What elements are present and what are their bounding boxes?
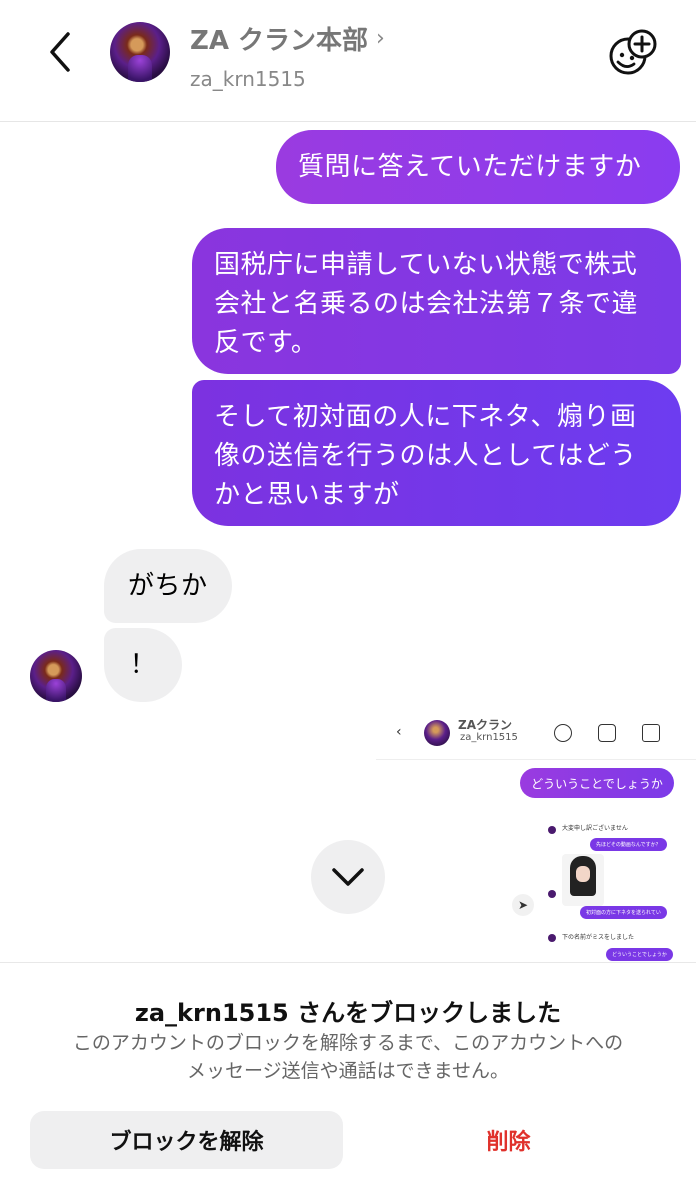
avatar: [548, 890, 556, 898]
screenshot-header: ‹ ZAクラン za_krn1515: [376, 716, 696, 760]
message-line: 会社と名乗るのは会社法第７条で違: [214, 289, 639, 319]
outgoing-message[interactable]: 質問に答えていただけますか: [276, 130, 680, 204]
video-icon: [642, 724, 660, 742]
screenshot-text: 下の名前がミスをしました: [562, 934, 635, 941]
blocked-description-line: このアカウントのブロックを解除するまで、このアカウントへの: [72, 1032, 624, 1054]
message-text: がちか: [128, 570, 208, 601]
chevron-down-icon: [332, 868, 364, 886]
outgoing-message[interactable]: 国税庁に申請していない状態で株式 会社と名乗るのは会社法第７条で違 反です。: [192, 228, 681, 374]
blocked-title: za_krn1515 さんをブロックしました: [134, 999, 562, 1027]
chat-title[interactable]: ZA クラン本部: [190, 20, 368, 57]
blocked-panel: za_krn1515 さんをブロックしました このアカウントのブロックを解除する…: [0, 962, 696, 1200]
unblock-button[interactable]: ブロックを解除: [30, 1111, 343, 1169]
phone-icon: [598, 724, 616, 742]
blocked-description-line: メッセージ送信や通話はできません。: [186, 1060, 510, 1082]
avatar: [548, 826, 556, 834]
profile-avatar[interactable]: [110, 22, 170, 82]
sender-avatar[interactable]: [30, 650, 82, 702]
screenshot-bubble: 先ほどその動画なんですか？: [590, 838, 667, 851]
delete-button[interactable]: 削除: [352, 1111, 665, 1169]
outgoing-message[interactable]: そして初対面の人に下ネタ、煽り画 像の送信を行うのは人としてはどう かと思います…: [192, 380, 681, 526]
attached-screenshot[interactable]: ‹ ZAクラン za_krn1515 どういうことでしょうか 大変申し訳ございま…: [376, 716, 696, 962]
screenshot-bubble: 初対面の方に下ネタを送られてい: [580, 906, 667, 919]
message-line: 反です。: [214, 328, 318, 358]
screenshot-text: 大変申し訳ございません: [562, 825, 628, 832]
chat-header: ZA クラン本部 › za_krn1515: [0, 0, 696, 122]
message-line: 像の送信を行うのは人としてはどう: [214, 441, 637, 471]
profile-title[interactable]: ZA クラン本部 › za_krn1515: [190, 20, 385, 91]
message-text: 質問に答えていただけますか: [298, 151, 642, 182]
message-line: 国税庁に申請していない状態で株式: [214, 250, 638, 280]
avatar: [548, 934, 556, 942]
message-line: そして初対面の人に下ネタ、煽り画: [214, 402, 637, 432]
message-text: ！: [129, 649, 157, 680]
message-line: かと思いますが: [214, 480, 400, 510]
chat-username: za_krn1515: [190, 67, 306, 91]
screenshot-name: ZAクラン: [458, 718, 512, 732]
screenshot-bubble: どういうことでしょうか: [606, 948, 673, 961]
screenshot-username: za_krn1515: [460, 732, 518, 743]
chevron-left-icon: ‹: [396, 724, 402, 740]
blocked-description: このアカウントのブロックを解除するまで、このアカウントへの メッセージ送信や通話…: [40, 1029, 656, 1085]
add-sticker-icon[interactable]: [606, 28, 662, 78]
avatar: [424, 720, 450, 746]
character-image: [562, 854, 604, 906]
chevron-right-icon: ›: [376, 26, 385, 51]
share-icon[interactable]: ➤: [512, 894, 534, 916]
incoming-message[interactable]: ！: [104, 628, 182, 702]
back-button[interactable]: [40, 30, 80, 74]
chevron-left-icon: [50, 32, 70, 72]
incoming-message[interactable]: がちか: [104, 549, 232, 623]
scroll-down-button[interactable]: [311, 840, 385, 914]
screenshot-bubble: どういうことでしょうか: [520, 768, 674, 798]
sticker-icon: [554, 724, 572, 742]
